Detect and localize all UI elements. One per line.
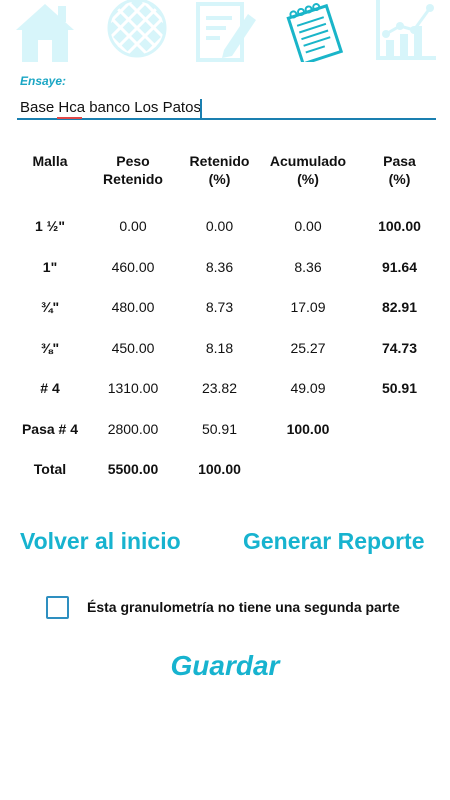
cell-malla: ¾" <box>40 299 60 316</box>
cell-malla: # 4 <box>40 380 60 397</box>
text-caret <box>200 99 202 118</box>
cell-pasa: 100.00 <box>378 218 421 235</box>
chart-icon[interactable] <box>374 0 436 62</box>
volver-al-inicio-button[interactable]: Volver al inicio <box>20 528 181 555</box>
cell-retenido: 100.00 <box>198 461 241 478</box>
cell-pasa <box>355 409 444 450</box>
table-row: # 4 1310.00 23.82 49.09 50.91 <box>12 368 444 409</box>
generar-reporte-button[interactable]: Generar Reporte <box>243 528 425 555</box>
cell-acumulado <box>261 449 355 490</box>
cell-acumulado: 100.00 <box>286 420 330 437</box>
table-row-total: Total 5500.00 100.00 <box>12 449 444 490</box>
cell-retenido: 8.18 <box>205 339 234 356</box>
spellcheck-underline <box>57 117 82 119</box>
cell-malla: 1 ½" <box>35 218 65 235</box>
cell-pasa: 74.73 <box>381 339 418 356</box>
segunda-parte-checkbox[interactable] <box>46 596 69 619</box>
table-row: 1 ½" 0.00 0.00 0.00 100.00 <box>12 206 444 247</box>
cell-retenido: 50.91 <box>201 420 238 437</box>
cell-pasa: 50.91 <box>381 380 418 397</box>
cell-acumulado: 0.00 <box>294 218 322 235</box>
notebook-icon[interactable] <box>286 0 348 62</box>
header-pasa-pct: Pasa (%) <box>383 153 416 187</box>
cell-peso: 460.00 <box>111 258 155 275</box>
cell-retenido: 8.36 <box>205 258 234 275</box>
guardar-button[interactable]: Guardar <box>0 650 450 682</box>
ensaye-label: Ensaye: <box>20 74 67 88</box>
cell-malla: Total <box>33 461 67 478</box>
header-acumulado-pct: Acumulado (%) <box>269 153 347 187</box>
table-row: Pasa # 4 2800.00 50.91 100.00 <box>12 409 444 450</box>
cell-peso: 2800.00 <box>107 420 159 437</box>
header-malla: Malla <box>32 153 68 169</box>
home-icon[interactable] <box>14 0 76 62</box>
cell-peso: 1310.00 <box>107 380 159 397</box>
granulometry-table: Malla Peso Retenido Retenido (%) Acumulado… <box>12 150 444 490</box>
segunda-parte-label: Ésta granulometría no tiene una segunda … <box>87 599 400 615</box>
cell-pasa: 91.64 <box>381 258 418 275</box>
cell-pasa <box>355 449 444 490</box>
table-row: ⅜" 450.00 8.18 25.27 74.73 <box>12 328 444 369</box>
header-peso-retenido: Peso Retenido <box>103 153 163 187</box>
cell-acumulado: 17.09 <box>290 299 326 316</box>
cell-malla: ⅜" <box>40 339 60 356</box>
header-retenido-pct: Retenido (%) <box>189 153 250 187</box>
cell-retenido: 0.00 <box>205 218 234 235</box>
table-header-row: Malla Peso Retenido Retenido (%) Acumulado… <box>12 150 444 206</box>
cell-peso: 450.00 <box>111 339 155 356</box>
cell-retenido: 23.82 <box>201 380 238 397</box>
top-nav-bar <box>0 0 450 70</box>
cell-retenido: 8.73 <box>205 299 234 316</box>
cell-peso: 480.00 <box>111 299 155 316</box>
sieve-icon[interactable] <box>106 0 168 62</box>
table-row: 1" 460.00 8.36 8.36 91.64 <box>12 247 444 288</box>
cell-acumulado: 49.09 <box>290 380 326 397</box>
cell-malla: Pasa # 4 <box>21 420 79 437</box>
cell-pasa: 82.91 <box>381 299 418 316</box>
cell-peso: 0.00 <box>119 218 147 235</box>
cell-peso: 5500.00 <box>107 461 159 478</box>
edit-document-icon[interactable] <box>196 0 258 62</box>
cell-malla: 1" <box>42 258 58 275</box>
cell-acumulado: 25.27 <box>290 339 326 356</box>
cell-acumulado: 8.36 <box>294 258 322 275</box>
table-row: ¾" 480.00 8.73 17.09 82.91 <box>12 287 444 328</box>
